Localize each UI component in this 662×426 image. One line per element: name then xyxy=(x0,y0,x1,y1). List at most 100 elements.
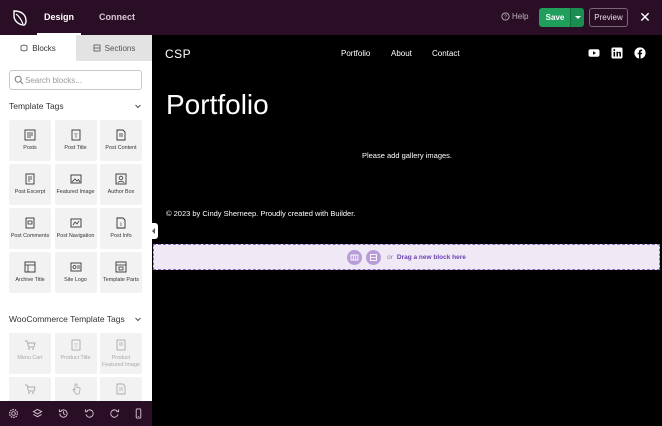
block-featured-image[interactable]: Featured Image xyxy=(54,164,97,205)
post-content-icon xyxy=(116,129,126,141)
help-label: Help xyxy=(512,12,529,21)
facebook-icon[interactable] xyxy=(634,47,646,59)
layers-icon[interactable] xyxy=(32,408,43,419)
page-title[interactable]: Portfolio xyxy=(166,89,269,121)
tab-sections-label: Sections xyxy=(104,43,136,53)
gallery-placeholder-text: Please add gallery images. xyxy=(361,151,453,160)
block-label: Post Content xyxy=(105,145,137,151)
post-title-icon: T xyxy=(71,129,80,141)
bottom-toolbar xyxy=(0,401,152,426)
block-post-navigation[interactable]: Post Navigation xyxy=(54,208,97,249)
block-pointer[interactable] xyxy=(54,377,97,401)
cart-icon xyxy=(25,384,36,394)
save-options-dropdown[interactable] xyxy=(570,8,584,27)
woocommerce-tags-grid: Menu Cart T Product Title Product Featur… xyxy=(9,333,142,401)
woocommerce-tags-title: WooCommerce Template Tags xyxy=(9,314,125,324)
section-icon xyxy=(350,254,359,260)
template-tags-header[interactable]: Template Tags xyxy=(9,101,142,113)
posts-icon xyxy=(24,129,36,141)
undo-icon[interactable] xyxy=(84,408,95,419)
block-label: Post Excerpt xyxy=(14,189,46,195)
block-post-title[interactable]: T Post Title xyxy=(54,120,97,161)
preview-button[interactable]: Preview xyxy=(589,8,628,27)
nav-link-contact[interactable]: Contact xyxy=(432,49,460,58)
block-document[interactable] xyxy=(100,377,142,401)
featured-image-icon xyxy=(70,174,81,184)
block-label: Featured Image xyxy=(56,189,95,195)
svg-text:?: ? xyxy=(504,15,507,21)
tab-blocks[interactable]: Blocks xyxy=(0,35,76,61)
product-featured-image-icon xyxy=(116,339,126,351)
block-post-content[interactable]: Post Content xyxy=(100,120,142,161)
drop-zone[interactable]: or Drag a new block here xyxy=(153,244,660,270)
block-site-logo[interactable]: Site Logo xyxy=(54,252,97,293)
mobile-icon[interactable] xyxy=(133,408,144,419)
site-logo-icon xyxy=(70,262,81,272)
template-tags-grid: Posts T Post Title Post Content Post Exc… xyxy=(9,120,142,293)
block-product-title[interactable]: T Product Title xyxy=(54,333,97,374)
block-template-parts[interactable]: Template Parts xyxy=(100,252,142,293)
close-icon[interactable]: ✕ xyxy=(638,9,652,25)
block-label: Author Box xyxy=(107,189,135,195)
tab-blocks-label: Blocks xyxy=(32,43,56,53)
help-link[interactable]: ? Help xyxy=(501,12,528,21)
template-icon xyxy=(370,253,378,261)
save-button[interactable]: Save xyxy=(539,8,571,27)
chevron-down-icon xyxy=(135,104,141,109)
gear-icon[interactable] xyxy=(8,408,19,419)
product-title-icon: T xyxy=(71,339,80,351)
template-parts-icon xyxy=(115,261,127,273)
add-template-button[interactable] xyxy=(366,249,382,265)
search-icon xyxy=(14,75,24,85)
help-icon: ? xyxy=(501,12,510,21)
template-tags-title: Template Tags xyxy=(9,101,64,111)
page-canvas: CSP Portfolio About Contact Portfolio Pl… xyxy=(150,35,662,426)
block-label: Posts xyxy=(23,145,37,151)
pointer-icon xyxy=(72,383,80,395)
drop-zone-text: Drag a new block here xyxy=(396,253,466,261)
tab-design[interactable]: Design xyxy=(37,0,81,35)
block-label: Post Navigation xyxy=(56,233,95,239)
drop-zone-or: or xyxy=(387,253,393,261)
search-input[interactable] xyxy=(25,73,137,87)
post-info-icon: i xyxy=(116,217,126,229)
add-section-button[interactable] xyxy=(347,249,363,265)
seedprod-logo-icon xyxy=(13,10,27,26)
block-product-featured-image[interactable]: Product Featured Image xyxy=(100,333,142,374)
block-label: Product Title xyxy=(60,355,91,361)
svg-text:i: i xyxy=(120,222,122,228)
collapse-sidebar-handle[interactable] xyxy=(150,223,158,239)
archive-title-icon xyxy=(24,261,36,273)
block-menu-cart[interactable]: Menu Cart xyxy=(9,333,51,374)
footer-text[interactable]: © 2023 by Cindy Sherneep. Proudly create… xyxy=(166,209,355,218)
tab-connect[interactable]: Connect xyxy=(92,0,142,35)
svg-text:T: T xyxy=(74,134,78,140)
block-label: Site Logo xyxy=(64,277,87,283)
block-label: Post Info xyxy=(110,233,132,239)
author-box-icon xyxy=(115,173,127,185)
top-bar: Design Connect ? Help Save Preview ✕ xyxy=(0,0,662,35)
redo-icon[interactable] xyxy=(109,408,120,419)
blocks-icon xyxy=(20,44,28,52)
youtube-icon[interactable] xyxy=(588,47,600,59)
nav-link-about[interactable]: About xyxy=(391,49,412,58)
block-label: Product Featured Image xyxy=(101,355,141,368)
block-post-info[interactable]: i Post Info xyxy=(100,208,142,249)
linkedin-icon[interactable] xyxy=(611,47,623,59)
menu-cart-icon xyxy=(25,340,36,350)
block-archive-title[interactable]: Archive Title xyxy=(9,252,51,293)
block-label: Template Parts xyxy=(103,277,139,283)
tab-sections[interactable]: Sections xyxy=(76,35,152,61)
block-post-excerpt[interactable]: Post Excerpt xyxy=(9,164,51,205)
block-post-comments[interactable]: Post Comments xyxy=(9,208,51,249)
document-icon xyxy=(116,383,126,395)
block-cart[interactable] xyxy=(9,377,51,401)
block-author-box[interactable]: Author Box xyxy=(100,164,142,205)
svg-text:T: T xyxy=(74,344,78,350)
site-title[interactable]: CSP xyxy=(165,47,191,61)
history-icon[interactable] xyxy=(58,408,69,419)
woocommerce-tags-header[interactable]: WooCommerce Template Tags xyxy=(9,314,142,326)
nav-link-portfolio[interactable]: Portfolio xyxy=(341,49,370,58)
block-posts[interactable]: Posts xyxy=(9,120,51,161)
block-label: Post Comments xyxy=(10,233,50,239)
